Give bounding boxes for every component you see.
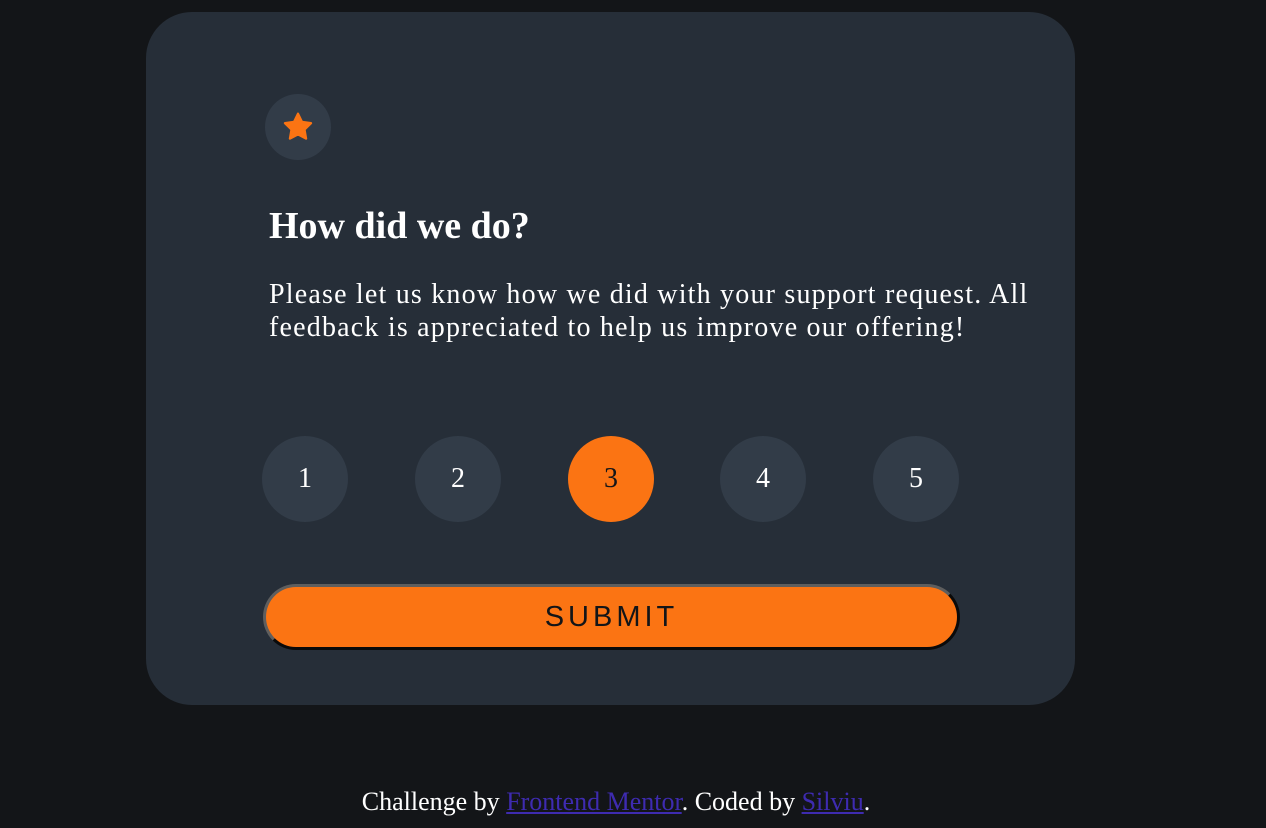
footer-prefix: Challenge by [361,787,507,816]
attribution-footer: Challenge by Frontend Mentor. Coded by S… [0,786,1232,818]
frontend-mentor-link[interactable]: Frontend Mentor [506,787,682,816]
star-icon [283,112,313,140]
rating-button-2[interactable]: 2 [415,436,501,522]
footer-suffix: . [863,787,871,816]
author-link[interactable]: Silviu [802,787,864,816]
card-description: Please let us know how we did with your … [269,279,1029,343]
rating-button-3[interactable]: 3 [568,436,654,522]
rating-button-4[interactable]: 4 [720,436,806,522]
footer-middle: . Coded by [681,787,802,816]
card-title: How did we do? [269,205,530,247]
rating-button-1[interactable]: 1 [262,436,348,522]
rating-options: 1 2 3 4 5 [262,436,962,522]
rating-card: How did we do? Please let us know how we… [146,12,1075,705]
star-badge [265,94,331,160]
submit-button[interactable]: SUBMIT [263,584,960,650]
rating-button-5[interactable]: 5 [873,436,959,522]
